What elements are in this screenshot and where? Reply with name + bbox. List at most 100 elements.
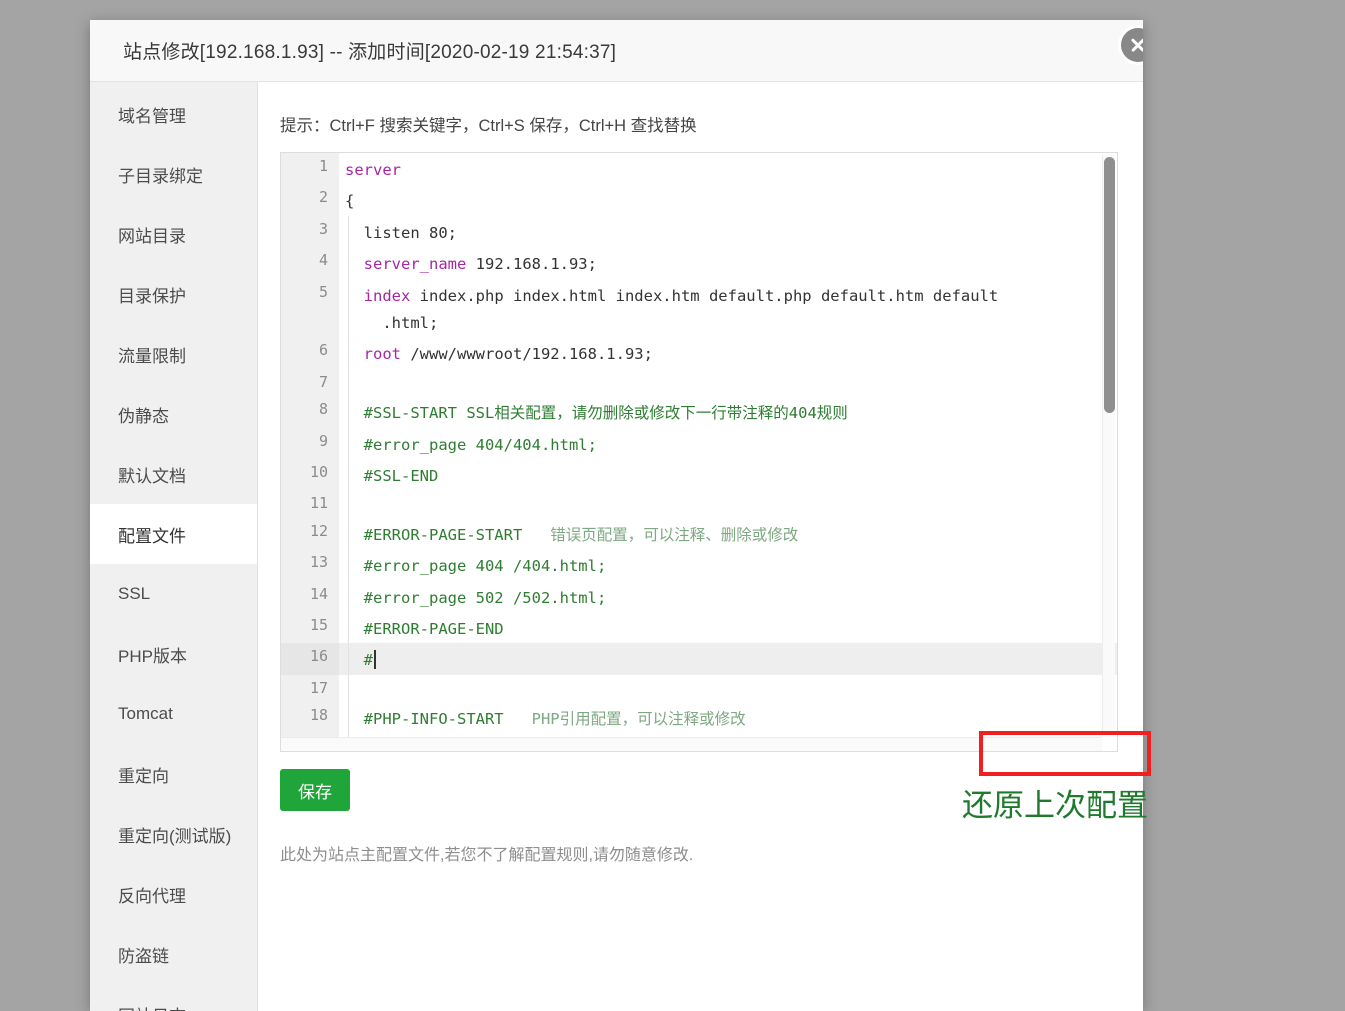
line-number: 18 bbox=[281, 702, 339, 734]
line-number: 11 bbox=[281, 490, 339, 518]
sidebar-item-label: 网站目录 bbox=[118, 226, 186, 246]
code-line[interactable]: 1 server bbox=[281, 153, 1117, 185]
sidebar-item-label: 域名管理 bbox=[118, 106, 186, 126]
sidebar-item-8[interactable]: SSL bbox=[90, 564, 257, 624]
indent-guide bbox=[348, 427, 349, 460]
indent-guide bbox=[348, 674, 349, 703]
shortcut-hint: 提示：Ctrl+F 搜索关键字，Ctrl+S 保存，Ctrl+H 查找替换 bbox=[280, 117, 697, 135]
code-text: #error_page 404/404.html; bbox=[339, 427, 1117, 460]
code-line[interactable]: 11 bbox=[281, 490, 1117, 518]
code-line[interactable]: 8 #SSL-START SSL相关配置，请勿删除或修改下一行带注释的404规则 bbox=[281, 396, 1117, 428]
code-text: #error_page 404 /404.html; bbox=[339, 549, 1117, 581]
sidebar-item-4[interactable]: 流量限制 bbox=[90, 324, 257, 384]
sidebar-item-0[interactable]: 域名管理 bbox=[90, 84, 257, 144]
line-number: 12 bbox=[281, 517, 339, 550]
line-number: 8 bbox=[281, 396, 339, 428]
code-text: #ERROR-PAGE-END bbox=[339, 612, 1117, 644]
code-line[interactable]: 6 root /www/wwwroot/192.168.1.93; bbox=[281, 337, 1117, 369]
save-button[interactable]: 保存 bbox=[280, 769, 350, 811]
sidebar-item-3[interactable]: 目录保护 bbox=[90, 264, 257, 324]
code-line[interactable]: 2{ bbox=[281, 184, 1117, 216]
sidebar-item-5[interactable]: 伪静态 bbox=[90, 384, 257, 444]
code-token: PHP引用配置，可以注释或修改 bbox=[503, 710, 746, 729]
code-text: root /www/wwwroot/192.168.1.93; bbox=[339, 337, 1117, 369]
sidebar-item-label: 默认文档 bbox=[118, 466, 186, 486]
editor-vertical-scrollbar[interactable] bbox=[1102, 155, 1115, 735]
code-editor[interactable]: 1 server 2{3 listen 80; 4 server_name 192.1… bbox=[280, 152, 1118, 752]
code-token: #SSL-END bbox=[345, 467, 439, 486]
code-line[interactable]: 7 bbox=[281, 368, 1117, 397]
editor-horizontal-scrollbar[interactable] bbox=[281, 737, 1102, 751]
line-number: 3 bbox=[281, 215, 339, 248]
sidebar-item-1[interactable]: 子目录绑定 bbox=[90, 144, 257, 204]
line-number: 4 bbox=[281, 247, 339, 279]
indent-guide bbox=[348, 517, 349, 550]
indent-guide bbox=[348, 368, 349, 397]
dialog-body: 域名管理子目录绑定网站目录目录保护流量限制伪静态默认文档配置文件 SSL PHP版本… bbox=[90, 82, 1143, 1011]
code-text bbox=[339, 490, 1117, 518]
sidebar-item-label: Tomcat bbox=[118, 704, 173, 723]
code-line[interactable]: 9 #error_page 404/404.html; bbox=[281, 427, 1117, 460]
code-line[interactable]: 4 server_name 192.168.1.93; bbox=[281, 247, 1117, 279]
code-token: { bbox=[345, 192, 355, 211]
editor-vertical-scroll-thumb[interactable] bbox=[1104, 157, 1115, 413]
code-token: #error_page 404/404.html; bbox=[345, 435, 597, 454]
sidebar-item-label: 目录保护 bbox=[118, 286, 186, 306]
code-text: #error_page 502 /502.html; bbox=[339, 580, 1117, 613]
sidebar-item-14[interactable]: 防盗链 bbox=[90, 924, 257, 984]
dialog-header: 站点修改[192.168.1.93] -- 添加时间[2020-02-19 21… bbox=[90, 20, 1143, 82]
code-text: listen 80; bbox=[339, 215, 1117, 248]
sidebar-item-label: 网站日志 bbox=[118, 1002, 186, 1011]
code-token: index.php index.html index.htm default.p… bbox=[382, 286, 999, 333]
sidebar-item-13[interactable]: 反向代理 bbox=[90, 864, 257, 924]
code-line[interactable]: 12 #ERROR-PAGE-START 错误页配置，可以注释、删除或修改 bbox=[281, 517, 1117, 550]
page-title: 站点修改[192.168.1.93] -- 添加时间[2020-02-19 21… bbox=[123, 42, 617, 63]
code-token: server bbox=[345, 161, 401, 179]
config-file-panel: 提示：Ctrl+F 搜索关键字，Ctrl+S 保存，Ctrl+H 查找替换 1s… bbox=[258, 82, 1143, 1011]
sidebar-item-label: 伪静态 bbox=[118, 406, 169, 426]
sidebar-item-15[interactable]: 网站日志 bbox=[90, 984, 257, 1011]
indent-guide bbox=[348, 580, 349, 613]
code-line[interactable]: 16 # bbox=[281, 643, 1117, 675]
sidebar-nav: 域名管理子目录绑定网站目录目录保护流量限制伪静态默认文档配置文件 SSL PHP版本… bbox=[90, 82, 258, 1011]
line-number: 13 bbox=[281, 549, 339, 581]
indent-guide bbox=[348, 247, 349, 279]
indent-guide bbox=[348, 396, 349, 428]
sidebar-item-12[interactable]: 重定向(测试版) bbox=[90, 804, 257, 864]
indent-guide bbox=[348, 459, 349, 491]
code-line[interactable]: 5 index index.php index.html index.htm d… bbox=[281, 278, 1117, 338]
sidebar-item-7[interactable]: 配置文件 bbox=[90, 504, 257, 564]
sidebar-item-10[interactable]: Tomcat bbox=[90, 684, 257, 744]
code-line[interactable]: 13 #error_page 404 /404.html; bbox=[281, 549, 1117, 581]
line-number: 6 bbox=[281, 337, 339, 369]
sidebar-item-2[interactable]: 网站目录 bbox=[90, 204, 257, 264]
code-text: { bbox=[339, 184, 1117, 215]
code-text: # bbox=[339, 643, 1117, 675]
code-token: # bbox=[345, 651, 373, 670]
code-text: #PHP-INFO-START PHP引用配置，可以注释或修改 bbox=[339, 702, 1117, 734]
indent-guide bbox=[348, 337, 349, 369]
code-token: 192.168.1.93; bbox=[466, 255, 597, 274]
code-line[interactable]: 10 #SSL-END bbox=[281, 459, 1117, 491]
code-line[interactable]: 14 #error_page 502 /502.html; bbox=[281, 580, 1117, 613]
indent-guide bbox=[348, 278, 349, 338]
code-token: root bbox=[363, 345, 401, 364]
line-number: 1 bbox=[281, 153, 339, 185]
code-line[interactable]: 18 #PHP-INFO-START PHP引用配置，可以注释或修改 bbox=[281, 702, 1117, 734]
sidebar-item-label: 流量限制 bbox=[118, 346, 186, 366]
code-text: #ERROR-PAGE-START 错误页配置，可以注释、删除或修改 bbox=[339, 517, 1117, 550]
code-line[interactable]: 3 listen 80; bbox=[281, 215, 1117, 248]
sidebar-item-9[interactable]: PHP版本 bbox=[90, 624, 257, 684]
code-line[interactable]: 15 #ERROR-PAGE-END bbox=[281, 612, 1117, 644]
sidebar-item-label: 反向代理 bbox=[118, 886, 186, 906]
code-text: server bbox=[339, 153, 1117, 184]
code-token: #PHP-INFO-START bbox=[345, 710, 504, 729]
code-token: #error_page 502 /502.html; bbox=[345, 588, 607, 607]
line-number: 14 bbox=[281, 580, 339, 613]
code-line[interactable]: 17 bbox=[281, 674, 1117, 703]
sidebar-item-6[interactable]: 默认文档 bbox=[90, 444, 257, 504]
code-token: index bbox=[363, 286, 411, 305]
sidebar-item-11[interactable]: 重定向 bbox=[90, 744, 257, 804]
sidebar-item-label: PHP版本 bbox=[118, 646, 187, 666]
code-token: /www/wwwroot/192.168.1.93; bbox=[401, 345, 653, 364]
